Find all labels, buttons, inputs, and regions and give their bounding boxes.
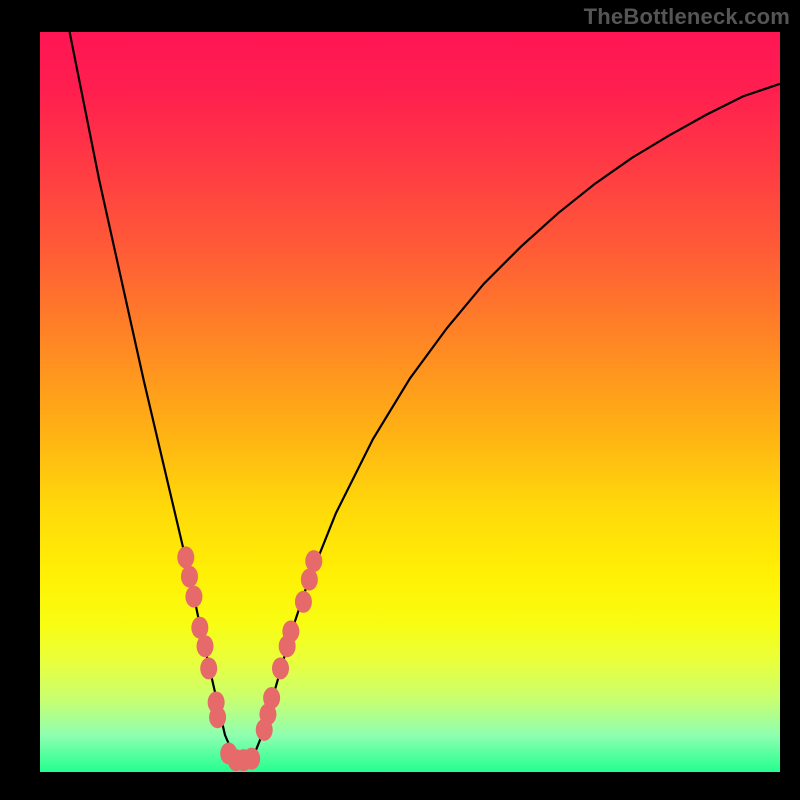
plot-area <box>40 32 780 772</box>
chart-container: TheBottleneck.com <box>0 0 800 800</box>
series-marker <box>197 635 214 657</box>
series-marker <box>209 706 226 728</box>
curve-group <box>70 32 780 761</box>
series-marker <box>185 586 202 608</box>
series-marker <box>200 657 217 679</box>
series-marker <box>181 566 198 588</box>
marker-group <box>177 546 322 771</box>
series-marker <box>243 748 260 770</box>
plot-svg <box>40 32 780 772</box>
attribution-text: TheBottleneck.com <box>584 4 790 30</box>
series-marker <box>305 550 322 572</box>
series-marker <box>282 620 299 642</box>
series-marker <box>263 687 280 709</box>
series-marker <box>295 591 312 613</box>
series-marker <box>177 546 194 568</box>
series-marker <box>272 657 289 679</box>
bottleneck-curve <box>70 32 780 761</box>
